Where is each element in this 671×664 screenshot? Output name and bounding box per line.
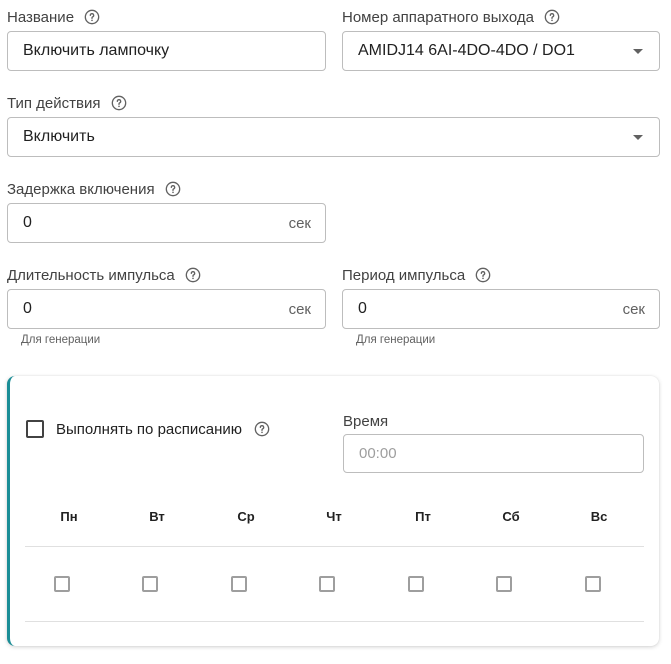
divider — [25, 546, 644, 547]
day-header-fri: Пт — [415, 509, 431, 524]
day-checkbox-mon[interactable] — [54, 576, 70, 592]
output-label: Номер аппаратного выхода — [342, 7, 560, 27]
delay-value: 0 — [23, 214, 32, 231]
action-select[interactable]: Включить — [7, 117, 660, 157]
pulse-duration-value: 0 — [23, 300, 32, 317]
name-label: Название — [7, 7, 100, 27]
day-header-wed: Ср — [237, 509, 255, 524]
day-header-tue: Вт — [149, 509, 165, 524]
help-circle-icon[interactable] — [165, 181, 181, 197]
day-checkbox-sat[interactable] — [496, 576, 512, 592]
day-header-mon: Пн — [60, 509, 78, 524]
day-header-sat: Сб — [502, 509, 520, 524]
schedule-checkbox-label: Выполнять по расписанию — [56, 419, 270, 439]
day-checkbox-fri[interactable] — [408, 576, 424, 592]
help-circle-icon[interactable] — [84, 9, 100, 25]
action-label: Тип действия — [7, 93, 127, 113]
divider — [25, 621, 644, 622]
pulse-period-hint: Для генерации — [356, 334, 436, 346]
output-value: AMIDJ14 6AI-4DO-4DO / DO1 — [358, 42, 575, 59]
help-circle-icon[interactable] — [254, 421, 270, 437]
pulse-duration-hint: Для генерации — [21, 334, 101, 346]
pulse-period-input[interactable]: 0 сек — [342, 289, 660, 329]
day-header-sun: Вс — [590, 509, 608, 524]
time-label: Время — [343, 412, 389, 430]
pulse-duration-input[interactable]: 0 сек — [7, 289, 326, 329]
delay-input[interactable]: 0 сек — [7, 203, 326, 243]
day-checkbox-sun[interactable] — [585, 576, 601, 592]
pulse-period-unit: сек — [622, 300, 645, 318]
action-value: Включить — [23, 128, 95, 145]
name-input[interactable]: Включить лампочку — [7, 31, 326, 71]
delay-label: Задержка включения — [7, 179, 181, 199]
help-circle-icon[interactable] — [544, 9, 560, 25]
time-input[interactable]: 00:00 — [343, 434, 644, 473]
schedule-checkbox[interactable] — [26, 420, 44, 438]
delay-unit: сек — [288, 214, 311, 232]
day-header-thu: Чт — [326, 509, 342, 524]
output-select[interactable]: AMIDJ14 6AI-4DO-4DO / DO1 — [342, 31, 660, 71]
pulse-period-label: Период импульса — [342, 265, 491, 285]
help-circle-icon[interactable] — [185, 267, 201, 283]
help-circle-icon[interactable] — [475, 267, 491, 283]
day-checkbox-tue[interactable] — [142, 576, 158, 592]
pulse-duration-label: Длительность импульса — [7, 265, 201, 285]
pulse-duration-unit: сек — [288, 300, 311, 318]
caret-down-icon — [633, 48, 643, 54]
help-circle-icon[interactable] — [111, 95, 127, 111]
pulse-period-value: 0 — [358, 300, 367, 317]
day-checkbox-wed[interactable] — [231, 576, 247, 592]
name-value: Включить лампочку — [23, 42, 170, 59]
day-checkbox-thu[interactable] — [319, 576, 335, 592]
caret-down-icon — [633, 134, 643, 140]
